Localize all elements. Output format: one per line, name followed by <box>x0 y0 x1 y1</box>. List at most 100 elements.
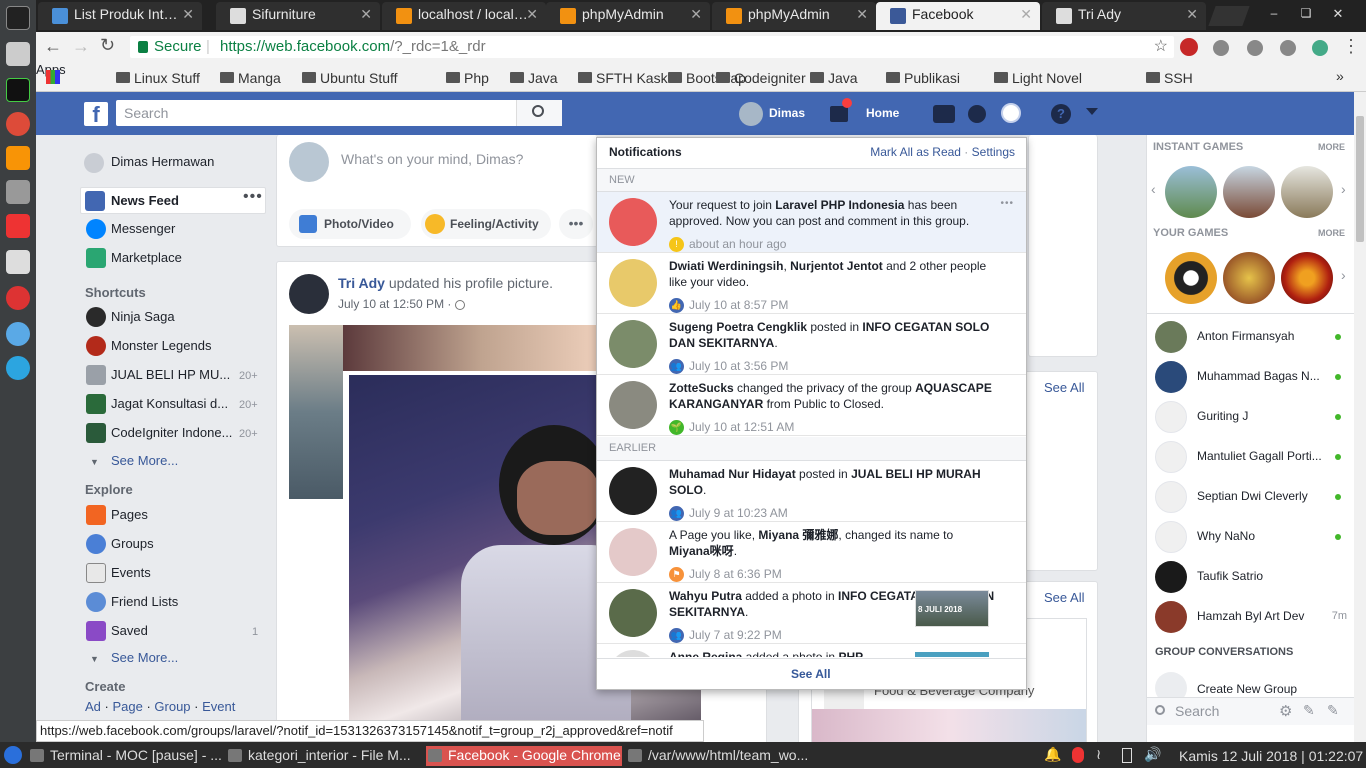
chat-contact[interactable]: Hamzah Byl Art Dev 7m <box>1155 599 1351 635</box>
close-tab-icon[interactable]: ✕ <box>1020 6 1032 23</box>
8-ball-pool-icon[interactable] <box>1165 252 1217 304</box>
game-thumbnail[interactable] <box>1281 166 1333 218</box>
chevron-right-icon[interactable]: › <box>1341 181 1346 197</box>
explore-item[interactable]: Saved <box>111 623 148 638</box>
reload-icon[interactable]: ↻ <box>100 35 115 56</box>
shortcut-item[interactable]: JUAL BELI HP MU... <box>111 367 236 382</box>
bookmark-6[interactable]: SFTH Kaskus <box>578 70 682 86</box>
gimp-icon[interactable] <box>6 180 30 204</box>
chat-contact[interactable]: Why NaNo <box>1155 519 1351 555</box>
minimize-button[interactable]: – <box>1262 6 1286 24</box>
shortcut-item[interactable]: Ninja Saga <box>111 309 236 324</box>
extension-icon[interactable] <box>1247 40 1263 56</box>
notification-item[interactable]: Sugeng Poetra Cengklik posted in INFO CE… <box>597 314 1026 375</box>
chat-contact[interactable]: Muhammad Bagas N... <box>1155 359 1351 395</box>
shortcut-item[interactable]: Jagat Konsultasi d... <box>111 396 236 411</box>
notification-settings-link[interactable]: Settings <box>972 145 1015 159</box>
create-page-link[interactable]: Page <box>112 699 142 714</box>
bookmark-star-icon[interactable]: ☆ <box>1154 36 1168 58</box>
feeling-activity-button[interactable]: Feeling/Activity <box>421 209 551 239</box>
close-window-button[interactable]: ✕ <box>1326 6 1350 24</box>
explore-item[interactable]: Pages <box>111 507 148 522</box>
explore-item[interactable]: Events <box>111 565 151 580</box>
friend-requests-icon[interactable] <box>933 105 955 123</box>
post-time[interactable]: July 10 at 12:50 PM · <box>338 297 465 311</box>
profile-name-link[interactable]: Dimas Hermawan <box>111 154 214 169</box>
explore-item[interactable]: Friend Lists <box>111 594 178 609</box>
app-icon[interactable] <box>6 214 30 238</box>
forward-icon[interactable]: → <box>72 36 90 57</box>
chevron-left-icon[interactable]: ‹ <box>1151 181 1156 197</box>
bookmark-12[interactable]: SSH <box>1146 70 1193 86</box>
post-photo-background[interactable] <box>289 325 343 499</box>
scrollbar-thumb[interactable] <box>1356 116 1364 242</box>
close-tab-icon[interactable]: ✕ <box>1186 6 1198 23</box>
chrome-icon[interactable] <box>6 112 30 136</box>
system-monitor-icon[interactable] <box>6 78 30 102</box>
see-more-shortcuts-link[interactable]: See More... <box>111 453 178 468</box>
tab-6[interactable]: Tri Ady ✕ <box>1042 2 1206 30</box>
update-icon[interactable] <box>1072 747 1084 763</box>
composer-input[interactable]: What's on your mind, Dimas? <box>341 151 523 167</box>
see-more-explore-link[interactable]: See More... <box>111 650 178 665</box>
close-tab-icon[interactable]: ✕ <box>690 6 702 23</box>
telegram-icon[interactable] <box>6 356 30 380</box>
bookmark-9[interactable]: Java <box>810 70 858 86</box>
compose-icon[interactable]: ✎ <box>1303 702 1315 719</box>
chevron-right-icon[interactable]: › <box>1341 267 1346 283</box>
chat-contact[interactable]: Anton Firmansyah <box>1155 319 1351 355</box>
new-tab-button[interactable] <box>1208 6 1250 26</box>
game-thumbnail[interactable] <box>1165 166 1217 218</box>
post-author-link[interactable]: Tri Ady <box>338 275 385 291</box>
shortcut-item[interactable]: CodeIgniter Indone... <box>111 425 236 440</box>
bell-icon[interactable]: 🔔 <box>1044 746 1061 763</box>
taskbar-item[interactable]: /var/www/html/team_wo... <box>626 746 822 766</box>
cloud-icon[interactable] <box>6 322 30 346</box>
notification-item[interactable]: A Page you like, Miyana 彌雅娜, changed its… <box>597 522 1026 583</box>
clock[interactable]: Kamis 12 Juli 2018 | 01:22:07 <box>1179 748 1363 764</box>
create-new-group-link[interactable]: Create New Group <box>1197 682 1297 696</box>
notifications-globe-icon[interactable] <box>1001 103 1021 123</box>
notification-item[interactable]: Your request to join Laravel PHP Indones… <box>597 192 1026 253</box>
game-thumbnail[interactable] <box>1223 166 1275 218</box>
more-link[interactable]: MORE <box>1318 142 1345 152</box>
chat-contact[interactable]: Mantuliet Gagall Porti... <box>1155 439 1351 475</box>
bookmark-1[interactable]: Linux Stuff <box>116 70 200 86</box>
start-menu-icon[interactable] <box>4 746 22 764</box>
monster-legends-icon[interactable] <box>1281 252 1333 304</box>
extension-icon[interactable] <box>1180 38 1198 56</box>
address-bar[interactable]: Secure | https://web.facebook.com/?_rdc=… <box>130 36 1174 58</box>
bookmark-2[interactable]: Manga <box>220 70 281 86</box>
sidebar-item-marketplace[interactable]: Marketplace <box>111 250 182 265</box>
create-event-link[interactable]: Event <box>202 699 235 714</box>
tab-1[interactable]: Sifurniture ✕ <box>216 2 380 30</box>
see-all-link[interactable]: See All <box>1044 380 1084 395</box>
close-tab-icon[interactable]: ✕ <box>526 6 538 23</box>
restore-button[interactable]: ❏ <box>1294 6 1318 24</box>
sidebar-item-messenger[interactable]: Messenger <box>111 221 175 236</box>
taskbar-item[interactable]: Terminal - MOC [pause] - ... <box>28 746 224 766</box>
mark-all-read-link[interactable]: Mark All as Read <box>870 145 961 159</box>
help-icon[interactable]: ? <box>1051 104 1071 124</box>
create-group-link[interactable]: Group <box>154 699 190 714</box>
notification-item[interactable]: Muhamad Nur Hidayat posted in JUAL BELI … <box>597 461 1026 522</box>
tab-2[interactable]: localhost / localho ✕ <box>382 2 546 30</box>
home-link[interactable]: Home <box>866 106 899 120</box>
ninja-saga-icon[interactable] <box>1223 252 1275 304</box>
more-link[interactable]: MORE <box>1318 228 1345 238</box>
app-red-icon[interactable] <box>6 286 30 310</box>
terminal-icon[interactable] <box>6 6 30 30</box>
chat-contact[interactable]: Taufik Satrio <box>1155 559 1351 595</box>
chat-search-input[interactable]: Search <box>1175 703 1219 719</box>
extension-icon[interactable] <box>1312 40 1328 56</box>
create-ad-link[interactable]: Ad <box>85 699 101 714</box>
find-friends-icon[interactable] <box>830 106 848 122</box>
bookmark-10[interactable]: Publikasi <box>886 70 960 86</box>
chat-contact[interactable]: Guriting J <box>1155 399 1351 435</box>
chat-contact[interactable]: Septian Dwi Cleverly <box>1155 479 1351 515</box>
extension-icon[interactable] <box>1213 40 1229 56</box>
chevron-down-icon[interactable] <box>1086 108 1098 115</box>
messenger-icon[interactable] <box>968 105 986 123</box>
extension-icon[interactable] <box>1280 40 1296 56</box>
notification-photo-thumbnail[interactable]: 8 JULI 2018 <box>915 590 989 627</box>
